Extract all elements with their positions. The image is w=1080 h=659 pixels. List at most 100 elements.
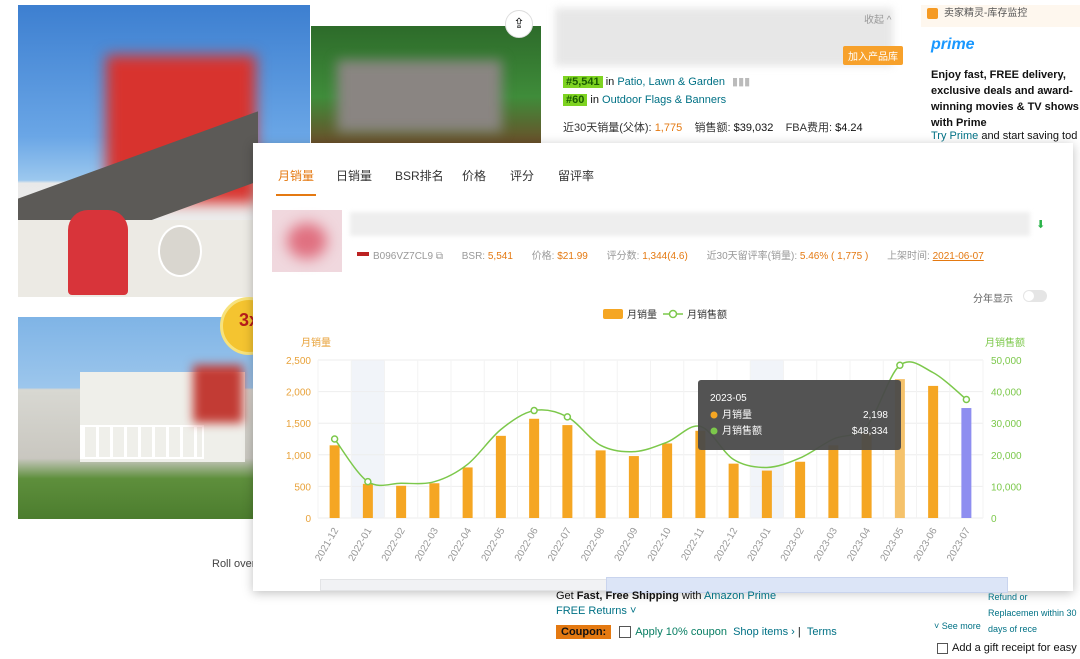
y-tick-left: 2,000 [286,388,311,399]
x-tick-label: 2023-04 [845,526,873,564]
x-tick-label: 2023-07 [945,526,973,564]
us-flag-icon [357,252,369,261]
prime-logo: prime [931,36,975,53]
chart-bar [761,470,772,518]
x-tick-label: 2023-06 [912,526,940,564]
tooltip-series-value: 2,198 [863,410,888,421]
refund-policy-link[interactable]: Refund or Replacemen within 30 days of r… [988,589,1080,637]
external-link-icon[interactable]: ⧉ [436,251,443,262]
x-tick-label: 2022-03 [413,526,441,564]
x-tick-label: 2022-10 [646,526,674,564]
tab-rating[interactable]: 评分 [510,167,534,184]
coupon-badge: Coupon: [556,625,612,639]
y-tick-left: 0 [305,514,311,525]
x-tick-label: 2022-07 [546,526,574,564]
x-tick-label: 2023-03 [812,526,840,564]
rank-category-link[interactable]: Outdoor Flags & Banners [602,94,726,106]
try-prime-row: Try Prime and start saving tod [931,130,1078,142]
y-tick-left: 2,500 [286,356,311,367]
flags-image-blurred [337,60,502,132]
y-axis-label-right: 月销售额 [985,336,1025,349]
coupon-checkbox[interactable] [619,626,632,639]
chart-bar [795,461,806,518]
monthly-sales-chart[interactable]: 月销量 月销售额月销量 月销售额0 0500 10,0001,000 20,0001,50… [253,300,1073,585]
chart-bar [928,385,939,518]
line-point [563,413,572,421]
chart-bar [662,443,673,518]
inventory-monitor-bar[interactable]: 卖家精灵-库存监控 [921,5,1080,27]
chart-bar [628,456,639,518]
legend-swatch-bar [603,309,623,319]
bsr-rank-main: #5,541 in Patio, Lawn & Garden ▮▮▮ [563,75,750,88]
chevron-down-icon: ˅ [934,621,940,631]
x-tick-label: 2022-11 [679,526,707,563]
y-tick-left: 500 [294,482,311,493]
legend-label: 月销量 [627,308,657,321]
coupon-row: Coupon: Apply 10% coupon Shop items › | T… [556,625,837,639]
y-tick-right: 50,000 [991,356,1022,367]
product-image-thumb-3[interactable] [18,317,253,519]
chart-bar [828,445,839,518]
shipping-line: Get Fast, Free Shipping with Amazon Prim… [556,590,777,602]
chart-bar [728,463,739,518]
chart-bar [595,450,606,518]
try-prime-link[interactable]: Try Prime [931,130,978,142]
x-tick-label: 2022-12 [712,526,740,564]
sales-stats: 近30天销量(父体): 1,775 销售额: $39,032 FBA费用: $4… [563,122,863,134]
tab-bsr-rank[interactable]: BSR排名 [395,167,444,184]
amazon-prime-link[interactable]: Amazon Prime [704,590,776,602]
vent-shape [158,225,202,277]
share-icon[interactable]: ⇪ [505,10,533,38]
rank-category-link[interactable]: Patio, Lawn & Garden [617,76,725,88]
download-icon[interactable]: ⬇ [1036,218,1045,231]
product-image-thumb-2[interactable] [311,26,541,144]
see-more-link[interactable]: ˅ See more [934,621,981,631]
y-tick-right: 20,000 [991,451,1022,462]
tab-monthly-sales[interactable]: 月销量 [278,167,314,184]
y-tick-left: 1,000 [286,451,311,462]
tab-review-rate[interactable]: 留评率 [558,167,594,184]
collapse-button[interactable]: 收起 ^ [864,11,891,26]
prime-promo-text: Enjoy fast, FREE delivery, exclusive dea… [931,69,1079,129]
apply-coupon-label[interactable]: Apply 10% coupon [635,626,727,638]
line-point [530,406,538,415]
legend-label: 月销售额 [687,308,727,321]
chart-bars-icon[interactable]: ▮▮▮ [732,76,750,88]
shop-items-link[interactable]: Shop items › [733,626,795,638]
x-tick-label: 2022-05 [480,526,508,564]
legend-swatch-dot [668,309,678,319]
y-tick-right: 0 [991,514,997,525]
tab-price[interactable]: 价格 [462,167,486,184]
free-returns-link[interactable]: FREE Returns ˅ [556,605,636,617]
chart-bar [529,418,540,518]
tooltip-series-name: 月销量 [722,408,752,421]
x-tick-label: 2023-02 [779,526,807,564]
x-tick-label: 2022-09 [613,526,641,564]
add-to-library-button[interactable]: 加入产品库 [843,46,903,65]
asin-link[interactable]: B096VZ7CL9 [373,251,433,262]
product-thumbnail [272,210,342,272]
house-wall [18,220,258,297]
flag-image-blurred-2 [193,365,243,423]
tab-daily-sales[interactable]: 日销量 [336,167,372,184]
bsr-rank-sub: #60 in Outdoor Flags & Banners [563,94,726,106]
tooltip-dot [710,427,718,435]
rank-tag: #5,541 [563,76,603,88]
terms-link[interactable]: Terms [807,626,837,638]
gift-receipt-row: Add a gift receipt for easy [937,642,1077,654]
chart-bar [462,467,473,518]
chart-bar [429,483,440,518]
chart-bar [396,485,407,518]
tooltip-series-name: 月销售额 [722,424,762,437]
monitor-icon [927,7,938,19]
gift-receipt-checkbox[interactable] [937,642,948,654]
railing-shape [80,425,204,459]
rollover-hint: Roll over [212,558,256,570]
y-axis-label-left: 月销量 [301,336,331,349]
tooltip-title: 2023-05 [710,393,747,404]
chart-bar [495,435,506,518]
chart-bar [562,425,573,518]
chart-bar [329,445,340,518]
product-meta-row: B096VZ7CL9 ⧉ BSR: 5,541 价格: $21.99 评分数: … [357,247,984,262]
rank-tag: #60 [563,94,588,106]
